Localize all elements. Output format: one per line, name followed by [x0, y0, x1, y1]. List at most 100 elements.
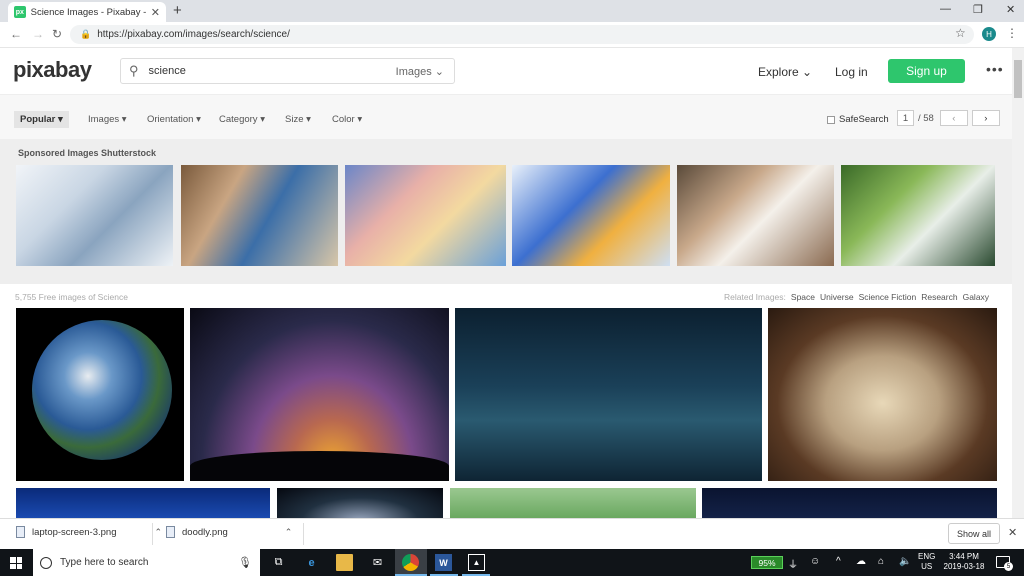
taskbar-search[interactable]: Type here to search 🎙 [33, 549, 260, 576]
photos-icon[interactable]: ▲ [468, 554, 485, 571]
language-indicator[interactable]: ENG US [918, 552, 935, 572]
file-explorer-icon[interactable] [336, 554, 353, 571]
search-input[interactable]: science [149, 65, 396, 77]
browser-menu-icon[interactable]: ⋮ [1006, 26, 1018, 40]
profile-avatar[interactable]: H [982, 27, 996, 41]
windows-taskbar: Type here to search 🎙 ⧉ e ✉ W ▲ 95% ⏚ ☺ … [0, 549, 1024, 576]
people-icon[interactable]: ☺ [810, 556, 820, 567]
search-bar[interactable]: ⚲ science Images ⌄ [120, 58, 455, 84]
scrollbar-thumb[interactable] [1014, 60, 1022, 98]
divider [303, 523, 304, 545]
battery-indicator[interactable]: 95% [751, 556, 783, 569]
sponsored-image[interactable] [181, 165, 338, 266]
page-number-input[interactable]: 1 [897, 110, 914, 126]
mail-icon[interactable]: ✉ [369, 554, 386, 571]
filter-orientation[interactable]: Orientation ▾ [147, 114, 201, 125]
browser-tab[interactable]: px Science Images - Pixabay - Down ✕ [8, 2, 166, 22]
bookmark-star-icon[interactable]: ☆ [955, 26, 966, 40]
result-image-book-glasses[interactable] [768, 308, 997, 481]
close-tab-icon[interactable]: ✕ [151, 6, 160, 19]
word-icon[interactable]: W [435, 554, 452, 571]
forward-icon[interactable]: → [32, 27, 44, 41]
close-window-icon[interactable]: ✕ [1006, 3, 1015, 16]
related-tag[interactable]: Galaxy [963, 292, 989, 302]
sponsored-image[interactable] [512, 165, 670, 266]
maximize-icon[interactable]: ❐ [973, 3, 983, 16]
file-icon [166, 526, 175, 538]
microphone-icon[interactable]: 🎙 [238, 556, 252, 569]
clock-time: 3:44 PM [949, 552, 979, 561]
search-type-dropdown[interactable]: Images ⌄ [396, 65, 444, 78]
horizon-silhouette [190, 451, 449, 481]
filter-size[interactable]: Size ▾ [285, 114, 311, 125]
safesearch-checkbox[interactable] [827, 115, 835, 124]
show-all-button[interactable]: Show all [948, 523, 1000, 544]
page-scrollbar[interactable] [1012, 48, 1024, 518]
windows-start-icon[interactable] [10, 557, 22, 569]
more-options-icon[interactable]: ••• [986, 61, 1004, 77]
browser-tab-bar: px Science Images - Pixabay - Down ✕ + —… [0, 0, 1024, 22]
related-tag[interactable]: Science Fiction [859, 292, 917, 302]
chrome-icon[interactable] [402, 554, 419, 571]
filter-color[interactable]: Color ▾ [332, 114, 362, 125]
result-image-milky-way[interactable] [190, 308, 449, 481]
related-tag[interactable]: Research [921, 292, 957, 302]
signup-button[interactable]: Sign up [888, 59, 965, 83]
related-label: Related Images: [724, 292, 786, 302]
filter-orientation-label: Orientation [147, 114, 194, 125]
reload-icon[interactable]: ↻ [52, 27, 62, 41]
url-field[interactable]: 🔒 https://pixabay.com/images/search/scie… [70, 25, 974, 44]
prev-page-button[interactable]: ‹ [939, 110, 968, 126]
result-image[interactable] [702, 488, 997, 518]
results-count: 5,755 Free images of Science [15, 292, 128, 302]
downloads-bar: laptop-screen-3.png ⌃ doodly.png ⌃ Show … [0, 518, 1024, 549]
notification-center-icon[interactable]: 5 [996, 556, 1013, 571]
language-code: ENG [918, 552, 936, 561]
system-clock[interactable]: 3:44 PM 2019-03-18 [942, 552, 986, 572]
url-text: https://pixabay.com/images/search/scienc… [97, 29, 290, 40]
sponsored-image[interactable] [677, 165, 834, 266]
chevron-up-icon[interactable]: ⌃ [155, 527, 163, 538]
onedrive-icon[interactable]: ☁ [856, 556, 866, 567]
next-page-button[interactable]: › [971, 110, 1000, 126]
filter-size-label: Size [285, 114, 304, 125]
volume-icon[interactable]: 🔈 [899, 556, 911, 567]
task-view-icon[interactable]: ⧉ [270, 554, 287, 571]
result-image[interactable] [277, 488, 443, 518]
filter-bar: Popular ▾ Images ▾ Orientation ▾ Categor… [0, 95, 1012, 139]
download-item[interactable]: laptop-screen-3.png ⌃ [16, 526, 162, 538]
minimize-icon[interactable]: — [940, 3, 951, 15]
pixabay-logo[interactable]: pixabay [13, 57, 92, 83]
download-item[interactable]: doodly.png ⌃ [166, 526, 292, 538]
related-tag[interactable]: Universe [820, 292, 854, 302]
back-icon[interactable]: ← [10, 27, 22, 41]
result-image[interactable] [16, 488, 270, 518]
result-image-ufo-mountains[interactable] [455, 308, 762, 481]
safesearch-toggle[interactable]: SafeSearch [827, 114, 889, 125]
edge-icon[interactable]: e [303, 554, 320, 571]
lock-icon: 🔒 [80, 29, 92, 39]
taskbar-search-placeholder: Type here to search [60, 557, 149, 568]
filter-popular-label: Popular [20, 114, 56, 125]
explore-menu[interactable]: Explore ⌄ [758, 65, 812, 79]
filter-images-label: Images [88, 114, 120, 125]
filter-category[interactable]: Category ▾ [219, 114, 265, 125]
sponsored-label: Sponsored Images Shutterstock [18, 148, 157, 158]
chevron-up-icon[interactable]: ^ [836, 556, 841, 567]
filter-category-label: Category [219, 114, 258, 125]
result-image-earth[interactable] [16, 308, 184, 481]
login-link[interactable]: Log in [835, 65, 868, 79]
sponsored-image[interactable] [16, 165, 173, 266]
new-tab-icon[interactable]: + [173, 2, 182, 19]
close-downloads-icon[interactable]: ✕ [1008, 526, 1017, 539]
filter-popular[interactable]: Popular ▾ [14, 111, 69, 128]
sponsored-image[interactable] [841, 165, 995, 266]
network-icon[interactable]: ⌂ [878, 556, 884, 567]
result-image[interactable] [450, 488, 696, 518]
chevron-up-icon[interactable]: ⌃ [285, 527, 293, 538]
filter-color-label: Color [332, 114, 355, 125]
related-tag[interactable]: Space [791, 292, 815, 302]
filter-images[interactable]: Images ▾ [88, 114, 127, 125]
sponsored-image[interactable] [345, 165, 506, 266]
page-total: / 58 [918, 112, 934, 124]
